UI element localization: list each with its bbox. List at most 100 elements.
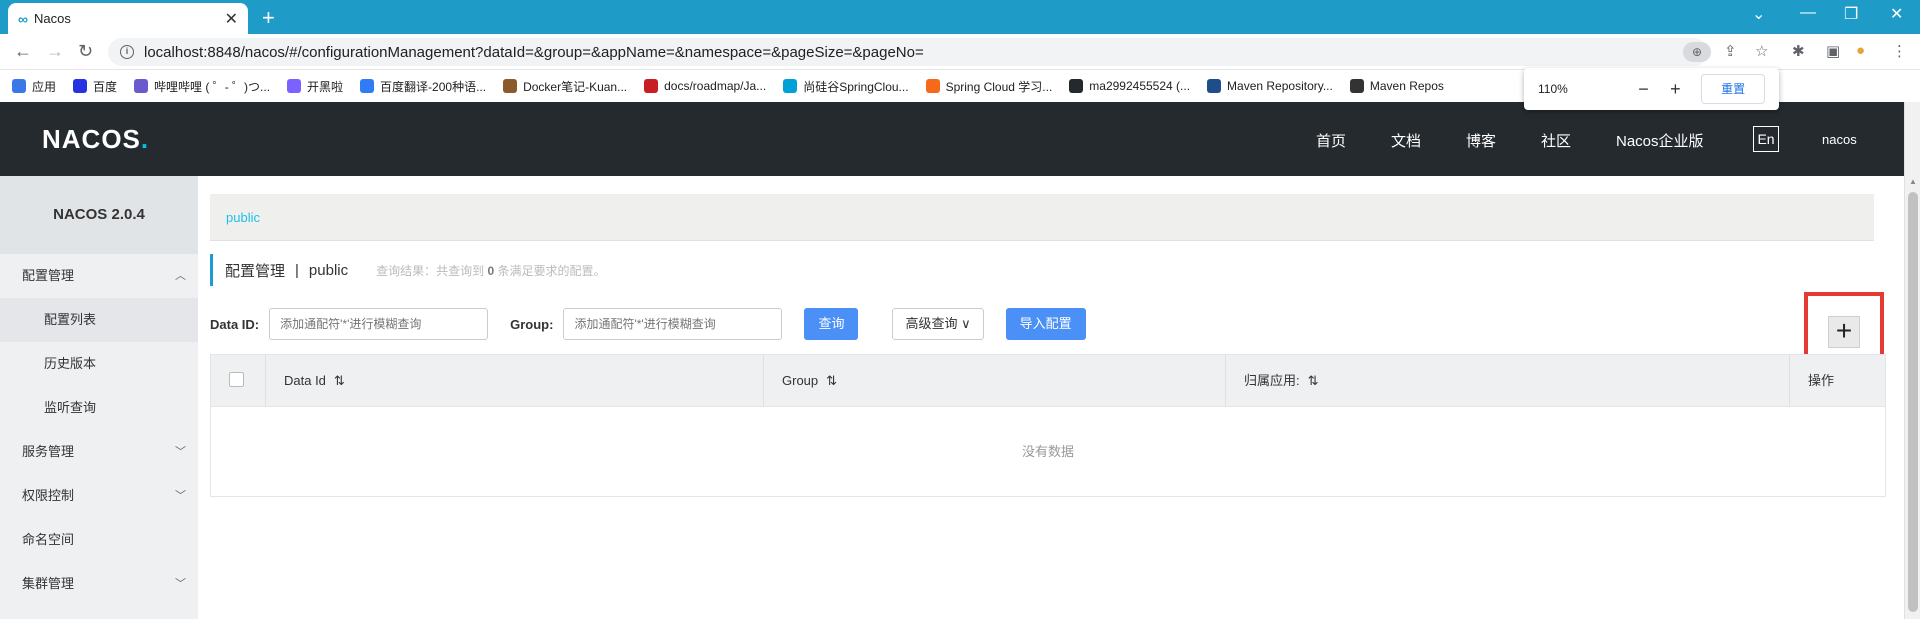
nav-home[interactable]: 首页	[1316, 130, 1346, 151]
sidebar-item-history[interactable]: 历史版本	[0, 342, 198, 386]
extensions-icon[interactable]: ✱	[1792, 42, 1805, 60]
dataid-input[interactable]	[269, 308, 489, 340]
zoom-in-button[interactable]: +	[1659, 79, 1691, 100]
select-all-checkbox[interactable]	[229, 372, 244, 387]
import-config-button[interactable]: 导入配置	[1005, 308, 1086, 340]
sort-icon[interactable]: ⇅	[826, 373, 837, 388]
user-menu[interactable]: nacos	[1822, 132, 1857, 147]
sidebar-item-namespace[interactable]: 命名空间	[0, 518, 198, 562]
new-tab-button[interactable]: +	[262, 5, 275, 31]
page-title-text: 配置管理	[225, 262, 286, 280]
hint-prefix: 查询结果：共查询到	[376, 263, 485, 278]
column-header-app[interactable]: 归属应用: ⇅	[1226, 355, 1790, 407]
info-icon[interactable]: i	[120, 45, 134, 59]
add-config-button[interactable]: +	[1828, 316, 1860, 348]
sort-icon[interactable]: ⇅	[1308, 373, 1319, 388]
sidebar-item-config-mgmt[interactable]: 配置管理 ︿	[0, 254, 198, 298]
bookmark-favicon-icon	[360, 79, 375, 93]
bookmark-favicon-icon	[783, 79, 798, 93]
column-label: 操作	[1808, 373, 1835, 388]
sidebar-item-listen-query[interactable]: 监听查询	[0, 386, 198, 430]
zoom-out-button[interactable]: −	[1628, 79, 1660, 100]
sort-icon[interactable]: ⇅	[334, 373, 345, 388]
zoom-icon[interactable]: ⊕	[1683, 42, 1711, 62]
chevron-down-icon[interactable]: ⌄	[1752, 4, 1765, 24]
search-button[interactable]: 查询	[804, 308, 859, 340]
sidebar-item-cluster[interactable]: 集群管理 ﹀	[0, 562, 198, 606]
language-toggle-button[interactable]: En	[1753, 126, 1779, 152]
back-icon[interactable]: ←	[14, 41, 32, 62]
bookmark-item[interactable]: ma2992455524 (...	[1069, 79, 1190, 93]
filter-bar: Data ID: Group: 查询 高级查询 ∨ 导入配置	[210, 308, 1120, 340]
sidebar-item-label: 集群管理	[22, 576, 75, 591]
scroll-up-icon[interactable]: ▲	[1909, 177, 1917, 186]
nacos-favicon-icon: ∞	[18, 10, 28, 27]
share-icon[interactable]: ⇪	[1724, 42, 1737, 60]
bookmark-item[interactable]: 百度翻译-200种语...	[360, 78, 486, 95]
sidebar-item-config-list[interactable]: 配置列表	[0, 298, 198, 342]
zoom-popup: 110% − + 重置	[1524, 68, 1779, 110]
advanced-query-button[interactable]: 高级查询 ∨	[892, 308, 984, 340]
bookmark-item[interactable]: Spring Cloud 学习...	[925, 78, 1052, 95]
scrollbar-thumb[interactable]	[1908, 192, 1918, 612]
column-label: Group	[782, 373, 819, 388]
close-window-icon[interactable]: ✕	[1890, 4, 1903, 24]
column-header-dataid[interactable]: Data Id ⇅	[266, 355, 764, 407]
bookmark-label: ma2992455524 (...	[1089, 79, 1191, 93]
dataid-label: Data ID:	[210, 316, 260, 332]
bookmark-item[interactable]: 百度	[73, 78, 117, 95]
side-panel-icon[interactable]: ▣	[1826, 42, 1840, 60]
sidebar-item-service-mgmt[interactable]: 服务管理 ﹀	[0, 430, 198, 474]
logo-text: NACOS	[42, 124, 141, 154]
minimize-icon[interactable]: —	[1800, 4, 1816, 22]
bookmark-item[interactable]: 哔哩哔哩 ( ゜- ゜)つ...	[134, 78, 270, 95]
close-tab-icon[interactable]: ✕	[225, 9, 238, 29]
browser-tab[interactable]: ∞ Nacos ✕	[8, 3, 248, 34]
main-content: public 配置管理 | public 查询结果：共查询到 0 条满足要求的配…	[198, 176, 1904, 619]
column-header-group[interactable]: Group ⇅	[764, 355, 1226, 407]
hint-suffix: 条满足要求的配置。	[497, 263, 606, 278]
nav-docs[interactable]: 文档	[1391, 130, 1421, 151]
nav-community[interactable]: 社区	[1541, 130, 1571, 151]
bookmark-favicon-icon	[1207, 79, 1222, 93]
sidebar-item-label: 配置管理	[22, 268, 75, 283]
zoom-reset-button[interactable]: 重置	[1701, 74, 1766, 104]
sidebar-item-auth[interactable]: 权限控制 ﹀	[0, 474, 198, 518]
bookmark-item[interactable]: Maven Repository...	[1207, 79, 1333, 93]
bookmark-favicon-icon	[134, 79, 149, 93]
bookmark-item[interactable]: Maven Repos	[1349, 79, 1444, 93]
column-label: 归属应用:	[1244, 373, 1300, 388]
chevron-down-icon: ﹀	[175, 446, 186, 458]
bookmark-item[interactable]: Docker笔记-Kuan...	[503, 78, 627, 95]
page-scrollbar[interactable]: ▲	[1904, 102, 1920, 619]
page-title: 配置管理 | public 查询结果：共查询到 0 条满足要求的配置。	[210, 254, 606, 286]
bookmark-item[interactable]: 开黑啦	[287, 78, 343, 95]
bookmark-label: 百度翻译-200种语...	[380, 79, 487, 94]
chevron-down-icon: ∨	[961, 316, 971, 331]
bookmark-label: 应用	[32, 79, 57, 94]
reload-icon[interactable]: ↻	[78, 41, 93, 62]
sidebar: NACOS 2.0.4 配置管理 ︿ 配置列表 历史版本 监听查询 服务管理 ﹀…	[0, 176, 198, 619]
namespace-tab-public[interactable]: public	[226, 210, 260, 225]
bookmark-item[interactable]: 应用	[12, 78, 56, 95]
column-header-actions: 操作	[1790, 355, 1885, 407]
bookmark-item[interactable]: docs/roadmap/Ja...	[644, 79, 766, 93]
bookmark-label: Docker笔记-Kuan...	[523, 79, 628, 94]
nav-blog[interactable]: 博客	[1466, 130, 1496, 151]
bookmark-label: Maven Repository...	[1227, 79, 1333, 93]
sidebar-item-label: 权限控制	[22, 488, 75, 503]
nacos-logo[interactable]: NACOS.	[42, 124, 149, 155]
sidebar-item-label: 命名空间	[22, 532, 75, 547]
bookmark-favicon-icon	[12, 79, 26, 93]
browser-menu-icon[interactable]: ⋮	[1892, 42, 1907, 60]
nav-enterprise[interactable]: Nacos企业版	[1616, 130, 1704, 151]
url-bar[interactable]: i localhost:8848/nacos/#/configurationMa…	[108, 38, 1708, 66]
bookmark-star-icon[interactable]: ☆	[1755, 42, 1768, 60]
column-label: Data Id	[284, 373, 326, 388]
bookmark-item[interactable]: 尚硅谷SpringClou...	[783, 78, 909, 95]
forward-icon[interactable]: →	[46, 41, 64, 62]
restore-icon[interactable]: ❐	[1844, 4, 1858, 24]
profile-avatar-icon[interactable]: ●	[1856, 42, 1865, 59]
address-bar: ← → ↻ i localhost:8848/nacos/#/configura…	[0, 34, 1920, 70]
group-input[interactable]	[563, 308, 783, 340]
